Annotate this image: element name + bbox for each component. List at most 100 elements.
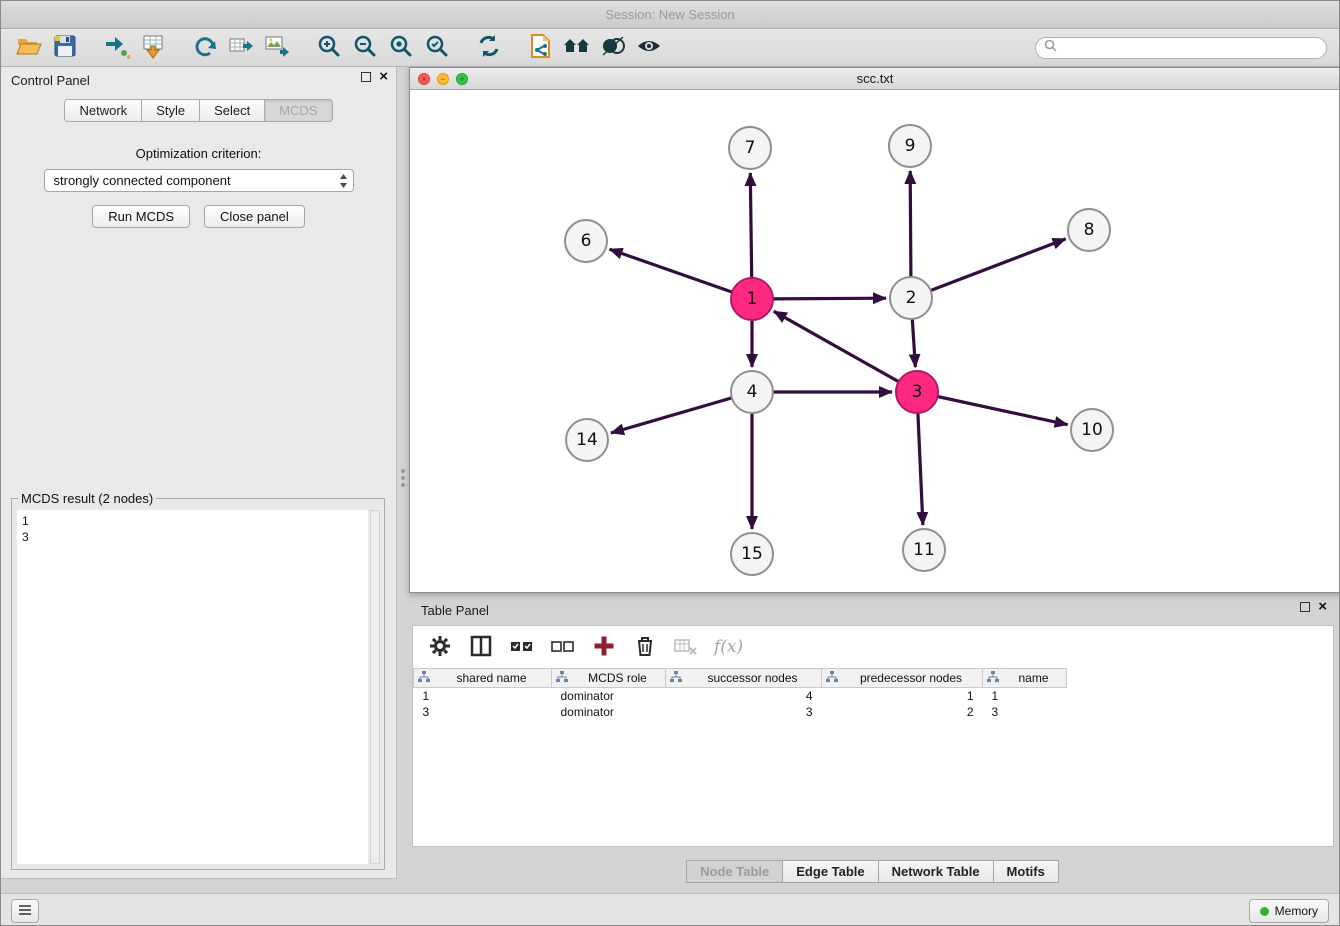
column-header-MCDS-role[interactable]: MCDS role [552, 669, 666, 688]
tab-node-table[interactable]: Node Table [686, 860, 783, 883]
delete-table-icon [674, 635, 698, 660]
maximize-window-icon[interactable]: + [456, 73, 468, 85]
graph-edge-3-10[interactable] [938, 397, 1068, 425]
columns-icon [470, 635, 492, 660]
workspace: Control Panel × NetworkStyleSelectMCDS O… [1, 67, 1340, 893]
mcds-result-lines: 13 [17, 510, 368, 864]
result-scrollbar[interactable] [370, 510, 380, 864]
tab-select[interactable]: Select [199, 99, 265, 122]
column-header-predecessor-nodes[interactable]: predecessor nodes [822, 669, 983, 688]
zoom-out-button[interactable] [347, 32, 383, 64]
delete-table-button[interactable] [673, 634, 699, 660]
import-network-button[interactable] [99, 32, 135, 64]
tree-icon [418, 671, 430, 686]
optimization-select[interactable]: strongly connected component [44, 169, 354, 192]
graph-edge-3-11[interactable] [918, 413, 923, 525]
titlebar: Session: New Session [1, 1, 1339, 29]
select-all-button[interactable] [509, 634, 535, 660]
import-table-button[interactable] [135, 32, 171, 64]
close-window-icon[interactable]: × [418, 73, 430, 85]
network-window-titlebar[interactable]: × − + scc.txt [410, 68, 1340, 90]
deselect-all-button[interactable] [550, 634, 576, 660]
table-panel-header: Table Panel × [411, 597, 1335, 623]
table-toolbar: f(x) [413, 626, 1333, 668]
mcds-result-line: 3 [22, 529, 363, 545]
curved-arrow-icon [192, 33, 218, 62]
export-image-button[interactable] [259, 32, 295, 64]
export-image-icon [264, 33, 290, 62]
column-header-successor-nodes[interactable]: successor nodes [666, 669, 822, 688]
zoom-in-button[interactable] [311, 32, 347, 64]
network-canvas-area: 7968124314101511 [410, 90, 1340, 592]
delete-column-button[interactable] [632, 634, 658, 660]
graph-node-label-7: 7 [745, 138, 756, 158]
eye-icon [636, 33, 662, 62]
tab-mcds[interactable]: MCDS [264, 99, 332, 122]
home-networks-button[interactable] [559, 32, 595, 64]
window-title: Session: New Session [605, 7, 734, 22]
column-header-name[interactable]: name [983, 669, 1067, 688]
refresh-layout-button[interactable] [471, 32, 507, 64]
tab-motifs[interactable]: Motifs [993, 860, 1059, 883]
function-builder-button[interactable]: f(x) [714, 637, 743, 657]
add-column-button[interactable] [591, 634, 617, 660]
table-row[interactable]: 1dominator411 [414, 688, 1334, 704]
export-table-button[interactable] [223, 32, 259, 64]
show-hide-button[interactable] [631, 32, 667, 64]
window-controls: × − + [418, 73, 468, 85]
table-settings-button[interactable] [427, 634, 453, 660]
venn-icon [600, 33, 626, 62]
graph-edge-1-6[interactable] [610, 249, 733, 292]
home-icon [563, 33, 591, 62]
table-row[interactable]: 3dominator323 [414, 704, 1334, 720]
overlap-views-button[interactable] [595, 32, 631, 64]
close-panel-icon[interactable]: × [379, 72, 388, 82]
node-table-body: 1dominator4113dominator323 [414, 688, 1334, 720]
search-input[interactable] [1061, 39, 1326, 57]
column-header-shared-name[interactable]: shared name [414, 669, 552, 688]
status-bar: Memory [1, 893, 1339, 926]
graph-node-label-10: 10 [1081, 420, 1103, 440]
float-table-panel-icon[interactable] [1300, 602, 1310, 612]
node-table: shared nameMCDS rolesuccessor nodesprede… [413, 668, 1333, 720]
network-graph[interactable]: 7968124314101511 [410, 90, 1340, 592]
minimize-window-icon[interactable]: − [437, 73, 449, 85]
tab-network[interactable]: Network [64, 99, 142, 122]
open-file-button[interactable] [11, 32, 47, 64]
optimization-selected-value: strongly connected component [54, 173, 231, 188]
graph-node-label-6: 6 [581, 231, 592, 251]
new-network-button[interactable] [187, 32, 223, 64]
float-panel-icon[interactable] [361, 72, 371, 82]
search-box [1035, 37, 1327, 59]
graph-edge-2-3[interactable] [912, 319, 915, 367]
table-panel-title: Table Panel [421, 603, 489, 618]
refresh-icon [476, 33, 502, 62]
control-panel-header: Control Panel × [1, 67, 396, 93]
zoom-fit-button[interactable] [383, 32, 419, 64]
graph-edge-4-14[interactable] [611, 398, 732, 433]
mcds-result-line: 1 [22, 513, 363, 529]
graph-edge-1-7[interactable] [750, 173, 751, 278]
tab-style[interactable]: Style [141, 99, 200, 122]
tab-network-table[interactable]: Network Table [878, 860, 994, 883]
graph-node-label-9: 9 [905, 136, 916, 156]
application-window: Session: New Session Cont [0, 0, 1340, 926]
graph-edge-3-1[interactable] [774, 311, 899, 381]
close-table-panel-icon[interactable]: × [1318, 602, 1327, 612]
graph-edge-1-2[interactable] [773, 298, 886, 299]
memory-button[interactable]: Memory [1249, 899, 1329, 923]
graph-edge-2-9[interactable] [910, 171, 911, 277]
show-columns-button[interactable] [468, 634, 494, 660]
share-document-icon [528, 33, 554, 62]
zoom-selected-button[interactable] [419, 32, 455, 64]
select-all-icon [510, 635, 534, 660]
clone-network-button[interactable] [523, 32, 559, 64]
close-panel-button[interactable]: Close panel [204, 205, 305, 228]
graph-node-label-2: 2 [906, 288, 917, 308]
task-history-button[interactable] [11, 899, 39, 923]
run-mcds-button[interactable]: Run MCDS [92, 205, 190, 228]
tab-edge-table[interactable]: Edge Table [782, 860, 878, 883]
import-network-icon [104, 33, 130, 62]
graph-edge-2-8[interactable] [931, 239, 1066, 291]
save-session-button[interactable] [47, 32, 83, 64]
